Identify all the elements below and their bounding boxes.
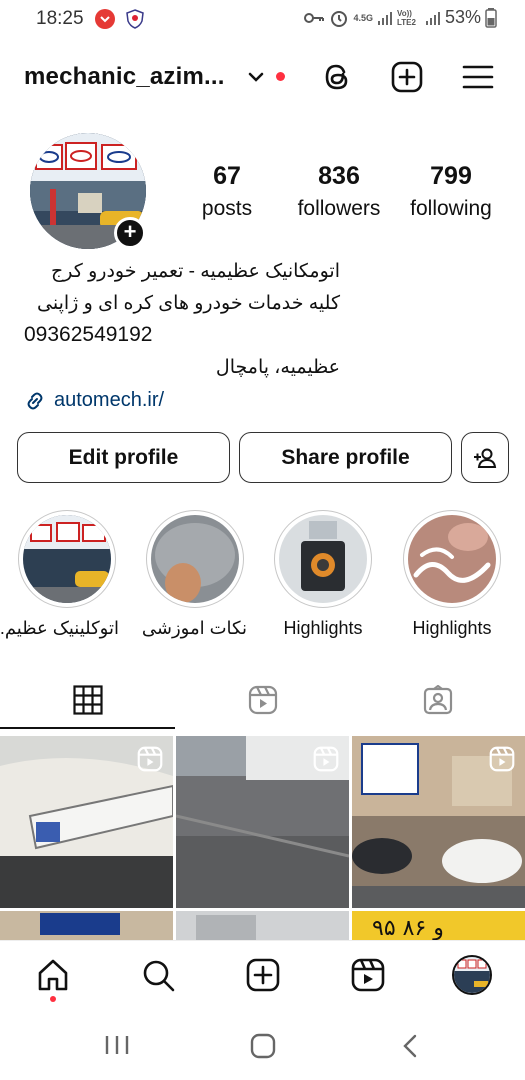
following-label: following bbox=[410, 197, 492, 220]
reels-icon bbox=[248, 685, 277, 715]
bio-line-2: کلیه خدمات خودرو های کره ای و ژاپنی bbox=[37, 293, 340, 314]
reel-badge-icon bbox=[313, 746, 339, 772]
status-time: 18:25 bbox=[36, 8, 84, 29]
posts-count: 67 bbox=[213, 162, 241, 190]
followers-label: followers bbox=[297, 197, 381, 220]
home-system-icon[interactable] bbox=[250, 1033, 276, 1059]
home-icon[interactable] bbox=[35, 957, 71, 993]
highlight-label: اتوکلینیک عظیم... bbox=[0, 618, 119, 638]
post-thumbnail[interactable] bbox=[352, 736, 525, 908]
highlight-item[interactable]: Highlights bbox=[400, 510, 504, 639]
posts-stat[interactable]: 67 posts bbox=[197, 162, 257, 221]
link-icon bbox=[27, 392, 43, 409]
edit-profile-button[interactable]: Edit profile bbox=[17, 432, 230, 483]
highlight-cover bbox=[23, 515, 111, 603]
key-icon bbox=[304, 12, 325, 23]
notification-dot bbox=[276, 72, 285, 81]
network-type-1: 4.5G bbox=[353, 12, 373, 23]
search-icon[interactable] bbox=[140, 957, 176, 993]
share-profile-button[interactable]: Share profile bbox=[239, 432, 452, 483]
post-thumbnail[interactable] bbox=[0, 736, 173, 908]
highlight-cover bbox=[408, 515, 496, 603]
post-thumbnail[interactable] bbox=[176, 911, 349, 940]
profile-avatar-wrap[interactable]: + bbox=[30, 133, 146, 249]
recent-apps-icon[interactable] bbox=[104, 1034, 130, 1056]
menu-icon[interactable] bbox=[461, 60, 495, 94]
system-navigation-bar bbox=[0, 1012, 525, 1080]
bio-line-1: اتومکانیک عظیمیه - تعمیر خودرو کرج bbox=[51, 261, 340, 282]
battery-icon bbox=[485, 7, 497, 28]
bio-phone: 09362549192 bbox=[24, 323, 153, 346]
following-count: 799 bbox=[430, 162, 472, 190]
bio-link[interactable]: automech.ir/ bbox=[24, 389, 164, 412]
profile-header: mechanic_azim... bbox=[0, 50, 525, 106]
svg-text:۹۵ و ۸۶: ۹۵ و ۸۶ bbox=[372, 916, 444, 940]
shield-app-icon bbox=[126, 9, 144, 29]
followers-stat[interactable]: 836 followers bbox=[290, 162, 388, 221]
tab-tagged[interactable] bbox=[350, 672, 525, 728]
signal-icon bbox=[377, 11, 392, 25]
active-tab-indicator bbox=[0, 727, 175, 729]
tab-reels[interactable] bbox=[175, 672, 350, 728]
highlight-item[interactable]: Highlights bbox=[271, 510, 375, 639]
highlight-cover bbox=[151, 515, 239, 603]
bio-address: عظیمیه، پامچال bbox=[215, 357, 340, 378]
reel-badge-icon bbox=[137, 746, 163, 772]
create-icon[interactable] bbox=[245, 957, 281, 993]
add-person-icon bbox=[474, 448, 497, 468]
highlight-label: نکات اموزشی bbox=[141, 618, 247, 638]
profile-nav-avatar[interactable] bbox=[452, 955, 492, 995]
bio-link-text[interactable]: automech.ir/ bbox=[54, 389, 164, 412]
home-activity-dot bbox=[50, 996, 56, 1002]
grid-icon bbox=[72, 685, 103, 715]
create-plus-icon[interactable] bbox=[390, 60, 424, 94]
highlight-cover bbox=[279, 515, 367, 603]
highlight-label: Highlights bbox=[412, 618, 492, 638]
network-type-2: Vo)) LTE2 bbox=[396, 8, 416, 27]
threads-icon[interactable] bbox=[320, 60, 354, 94]
posts-label: posts bbox=[201, 197, 253, 220]
post-thumbnail[interactable]: ۹۵ و ۸۶ bbox=[352, 911, 525, 940]
battery-percent: 53% bbox=[444, 7, 481, 27]
add-story-plus-icon[interactable]: + bbox=[114, 217, 146, 249]
youtube-notification-icon bbox=[95, 9, 115, 29]
back-icon[interactable] bbox=[400, 1033, 420, 1059]
post-thumbnail[interactable] bbox=[176, 736, 349, 908]
discover-people-button[interactable] bbox=[461, 432, 509, 483]
chevron-down-icon[interactable] bbox=[246, 67, 266, 87]
status-bar: 18:25 4.5G Vo)) LTE2 53% bbox=[0, 0, 525, 38]
username[interactable]: mechanic_azim... bbox=[24, 63, 225, 91]
highlight-item[interactable]: نکات اموزشی bbox=[141, 510, 247, 639]
following-stat[interactable]: 799 following bbox=[403, 162, 499, 221]
post-thumbnail[interactable] bbox=[0, 911, 173, 940]
reels-nav-icon[interactable] bbox=[350, 957, 386, 993]
signal-icon-2 bbox=[425, 11, 440, 25]
tagged-icon bbox=[423, 685, 452, 715]
bottom-navigation bbox=[0, 940, 525, 1012]
highlight-label: Highlights bbox=[283, 618, 363, 638]
followers-count: 836 bbox=[318, 162, 360, 190]
highlight-item[interactable]: اتوکلینیک عظیم... bbox=[0, 510, 119, 639]
reel-badge-icon bbox=[489, 746, 515, 772]
tab-posts-grid[interactable] bbox=[0, 672, 175, 728]
alarm-icon bbox=[331, 10, 348, 27]
